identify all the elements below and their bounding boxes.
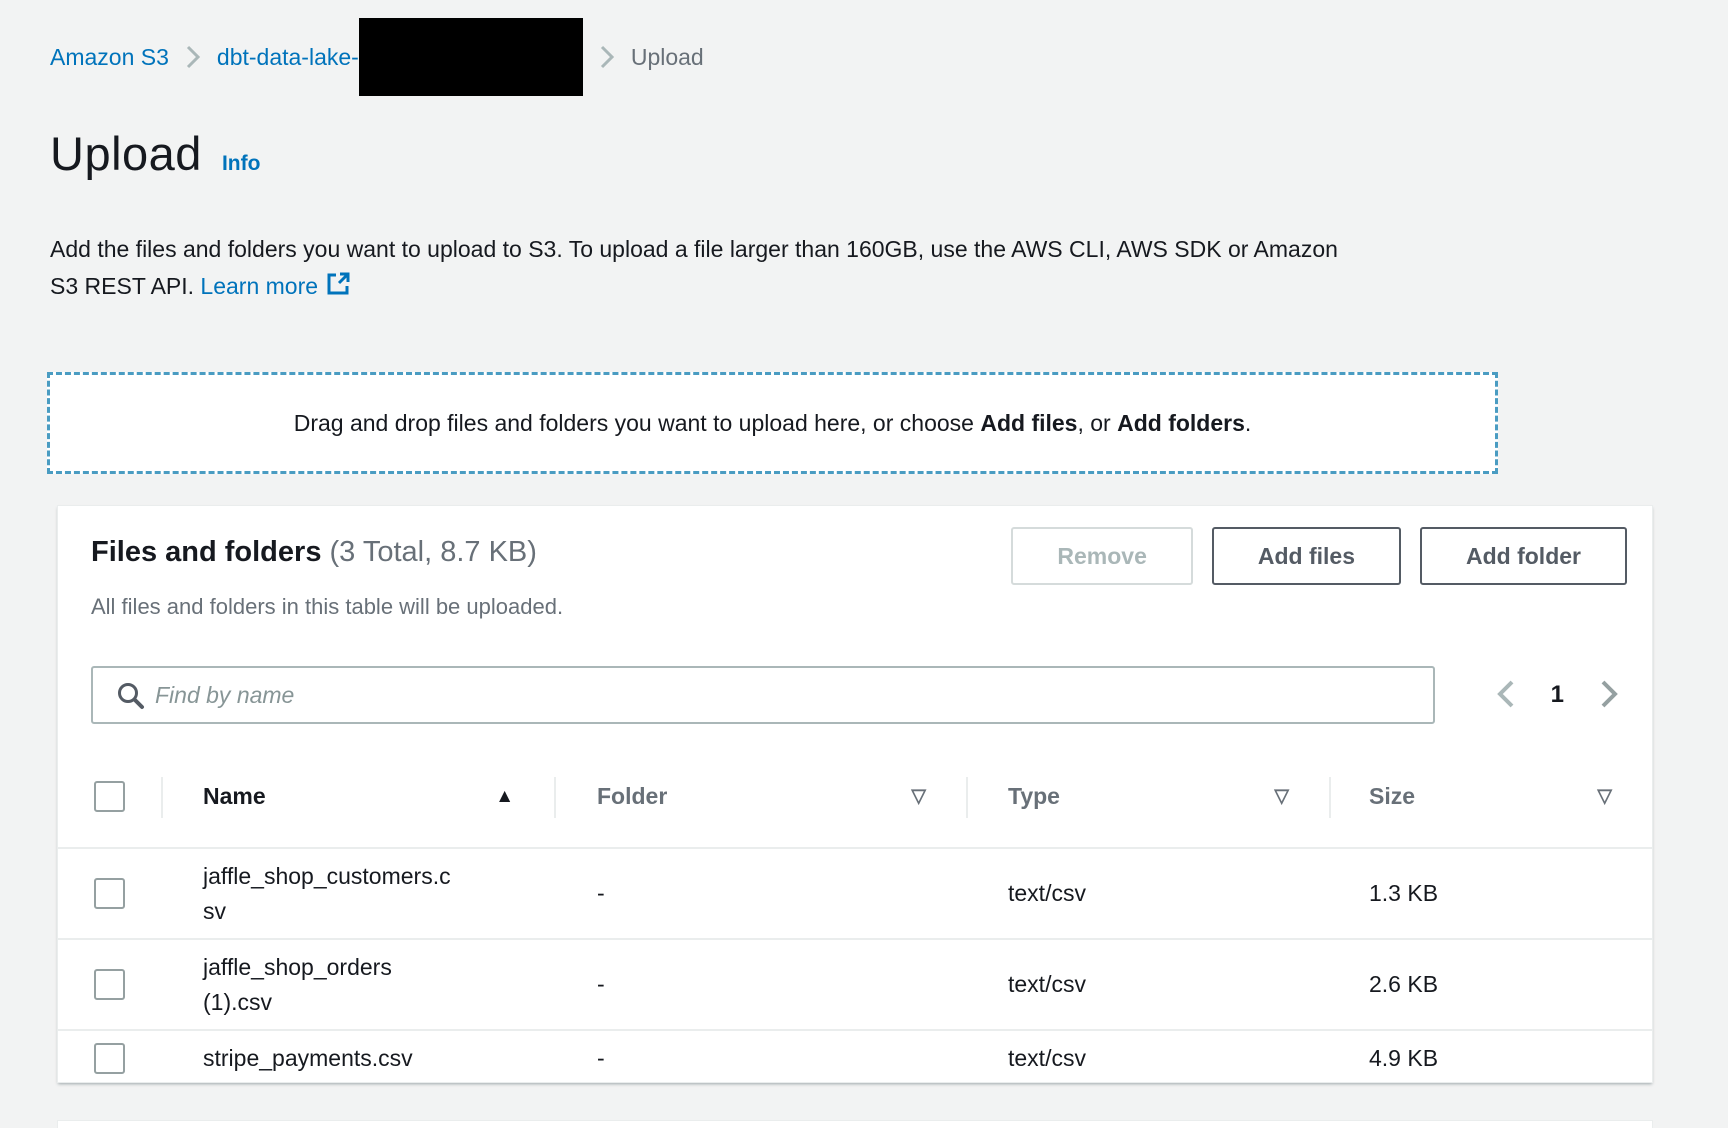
bucket-name-text[interactable]: dbt-data-lake- — [217, 44, 359, 71]
cell-size: 1.3 KB — [1329, 880, 1652, 907]
sort-ascending-icon[interactable]: ▲ — [495, 787, 514, 806]
dropzone-add-files-text: Add files — [980, 410, 1077, 436]
panel-action-buttons: Remove Add files Add folder — [1011, 527, 1627, 585]
cell-folder: - — [554, 971, 966, 998]
page-title: Upload — [50, 126, 202, 181]
dropzone-text-prefix: Drag and drop files and folders you want… — [294, 410, 981, 436]
intro-paragraph: Add the files and folders you want to up… — [50, 231, 1510, 308]
breadcrumb-link-bucket[interactable]: dbt-data-lake- — [217, 18, 583, 96]
cell-name: jaffle_shop_orders (1).csv — [161, 950, 554, 1020]
column-label-name: Name — [203, 783, 266, 810]
cell-size: 4.9 KB — [1329, 1045, 1652, 1072]
chevron-left-icon — [1495, 678, 1517, 713]
cell-folder: - — [554, 880, 966, 907]
previous-page-button[interactable] — [1491, 674, 1521, 717]
row-select-cell — [58, 969, 161, 1000]
learn-more-link[interactable]: Learn more — [200, 273, 351, 299]
column-label-type: Type — [1008, 783, 1060, 810]
dropzone-text-suffix: . — [1245, 410, 1251, 436]
panel-title: Files and folders — [91, 536, 321, 568]
page-header: Upload Info — [50, 126, 260, 181]
panel-count-summary: (3 Total, 8.7 KB) — [330, 536, 537, 568]
cell-name: stripe_payments.csv — [161, 1041, 554, 1076]
table-row: jaffle_shop_customers.csv - text/csv 1.3… — [58, 849, 1652, 940]
panel-subtitle: All files and folders in this table will… — [91, 594, 563, 620]
select-all-checkbox[interactable] — [94, 781, 125, 812]
breadcrumb-link-amazon-s3[interactable]: Amazon S3 — [50, 44, 169, 71]
cell-type: text/csv — [966, 1045, 1329, 1072]
external-link-icon — [325, 271, 351, 308]
table-header-row: Name ▲ Folder ▽ Type ▽ Size ▽ — [58, 746, 1652, 849]
table-row: stripe_payments.csv - text/csv 4.9 KB — [58, 1031, 1652, 1085]
remove-button[interactable]: Remove — [1011, 527, 1192, 585]
search-input[interactable] — [155, 668, 1417, 722]
files-table: Name ▲ Folder ▽ Type ▽ Size ▽ — [58, 746, 1652, 1085]
row-checkbox[interactable] — [94, 1043, 125, 1074]
cell-folder: - — [554, 1045, 966, 1072]
column-label-folder: Folder — [597, 783, 667, 810]
row-checkbox[interactable] — [94, 878, 125, 909]
next-section-panel — [57, 1120, 1653, 1128]
chevron-right-icon — [599, 44, 615, 70]
intro-line2: S3 REST API. — [50, 273, 200, 299]
column-divider — [966, 777, 968, 818]
redacted-bucket-name — [359, 18, 583, 96]
cell-size: 2.6 KB — [1329, 971, 1652, 998]
file-name: jaffle_shop_orders (1).csv — [203, 950, 459, 1020]
pagination: 1 — [1491, 666, 1624, 724]
sortable-icon[interactable]: ▽ — [911, 787, 926, 806]
select-all-cell — [58, 781, 161, 812]
row-select-cell — [58, 1043, 161, 1074]
file-name: jaffle_shop_customers.csv — [203, 859, 459, 929]
drag-and-drop-zone[interactable]: Drag and drop files and folders you want… — [47, 372, 1498, 474]
intro-line1: Add the files and folders you want to up… — [50, 236, 1338, 262]
chevron-right-icon — [185, 44, 201, 70]
page-number-1[interactable]: 1 — [1551, 681, 1564, 709]
sortable-icon[interactable]: ▽ — [1597, 787, 1612, 806]
breadcrumb-current-upload: Upload — [631, 44, 704, 71]
row-select-cell — [58, 878, 161, 909]
column-label-size: Size — [1369, 783, 1415, 810]
cell-name: jaffle_shop_customers.csv — [161, 859, 554, 929]
panel-title-row: Files and folders (3 Total, 8.7 KB) — [91, 536, 537, 569]
column-divider — [161, 777, 163, 818]
dropzone-text: Drag and drop files and folders you want… — [294, 410, 1252, 437]
files-and-folders-panel: Files and folders (3 Total, 8.7 KB) All … — [57, 505, 1653, 1083]
next-page-button[interactable] — [1594, 674, 1624, 717]
column-header-size[interactable]: Size ▽ — [1329, 746, 1652, 847]
table-row: jaffle_shop_orders (1).csv - text/csv 2.… — [58, 940, 1652, 1031]
add-folder-button[interactable]: Add folder — [1420, 527, 1627, 585]
info-link[interactable]: Info — [222, 152, 260, 176]
chevron-right-icon — [1598, 678, 1620, 713]
column-header-name[interactable]: Name ▲ — [161, 746, 554, 847]
cell-type: text/csv — [966, 971, 1329, 998]
column-header-folder[interactable]: Folder ▽ — [554, 746, 966, 847]
search-icon — [115, 680, 145, 710]
column-header-type[interactable]: Type ▽ — [966, 746, 1329, 847]
breadcrumb: Amazon S3 dbt-data-lake- Upload — [50, 17, 704, 97]
learn-more-label: Learn more — [200, 273, 318, 299]
column-divider — [554, 777, 556, 818]
column-divider — [1329, 777, 1331, 818]
row-checkbox[interactable] — [94, 969, 125, 1000]
add-files-button[interactable]: Add files — [1212, 527, 1401, 585]
dropzone-text-middle: , or — [1077, 410, 1117, 436]
search-field[interactable] — [91, 666, 1435, 724]
panel-count-text: (3 Total, 8.7 KB) — [330, 536, 537, 568]
dropzone-add-folders-text: Add folders — [1117, 410, 1245, 436]
sortable-icon[interactable]: ▽ — [1274, 787, 1289, 806]
file-name: stripe_payments.csv — [203, 1041, 459, 1076]
cell-type: text/csv — [966, 880, 1329, 907]
